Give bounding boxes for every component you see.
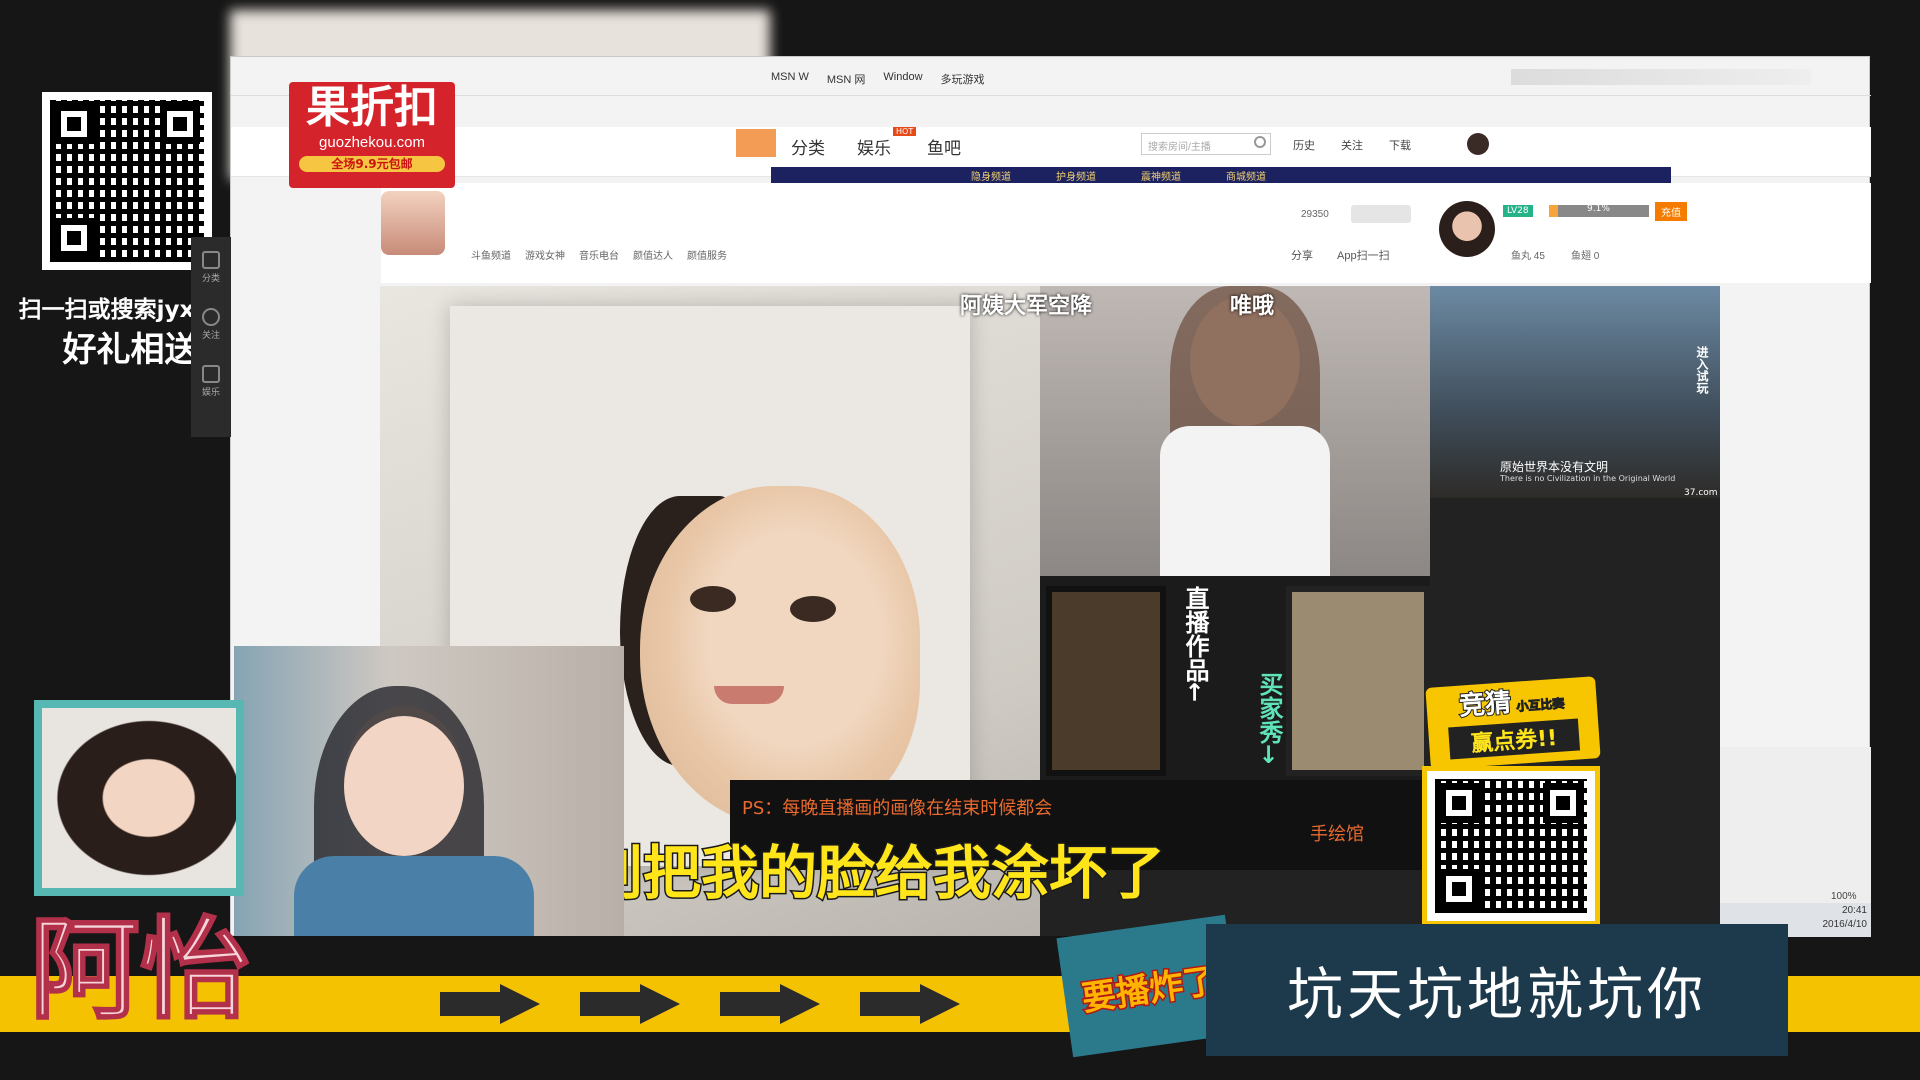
arrow-icon xyxy=(580,984,680,1024)
banner-tab[interactable]: 商城频道 xyxy=(1226,168,1266,183)
streamer-thumbnail xyxy=(381,191,445,255)
follow-count: 29350 xyxy=(1301,209,1329,220)
bookmark-item[interactable]: 多玩游戏 xyxy=(941,71,985,87)
sidebar-item-entertainment[interactable]: 娱乐 xyxy=(191,385,231,398)
clock-time: 20:41 xyxy=(1841,905,1867,916)
works-gallery: 直播作品← 买家秀→ xyxy=(1040,576,1430,786)
site-toolbar: 历史 关注 下载 xyxy=(1293,137,1411,153)
ad-caption: 原始世界本没有文明 xyxy=(1500,460,1609,474)
fish-wings: 鱼翅 0 xyxy=(1571,251,1600,262)
game-advertisement[interactable]: 原始世界本没有文明 There is no Civilization in th… xyxy=(1430,286,1720,498)
host-name: 阿怡 xyxy=(29,906,251,1034)
level-progress: 9.1% xyxy=(1549,204,1649,217)
history-link[interactable]: 历史 xyxy=(1293,137,1315,153)
ad-trial-button[interactable]: 进入试玩 xyxy=(1694,346,1711,394)
download-link[interactable]: 下载 xyxy=(1389,137,1411,153)
sidebar-item-follow[interactable]: 关注 xyxy=(191,328,231,341)
portrait-work-2 xyxy=(1286,586,1430,776)
ad-subcaption: There is no Civilization in the Original… xyxy=(1500,474,1676,483)
buyer-show-label: 买家秀→ xyxy=(1255,672,1283,765)
site-search-input[interactable]: 搜索房间/主播 xyxy=(1141,133,1271,155)
room-tags: 斗鱼频道 游戏女神 音乐电台 颜值达人 颜值服务 xyxy=(471,247,727,262)
works-label: 直播作品← xyxy=(1181,586,1209,703)
arrow-icon xyxy=(440,984,540,1024)
room-tag[interactable]: 颜值服务 xyxy=(687,247,727,262)
bookmark-item[interactable]: MSN 网 xyxy=(827,71,866,87)
nav-category[interactable]: 分类 xyxy=(791,134,825,159)
clock-date: 2016/4/10 xyxy=(1822,919,1868,930)
user-profile-avatar[interactable] xyxy=(1439,201,1495,257)
video-frame: 扫一扫或搜索jyx178 好礼相送 MSN W MSN 网 Window 多玩游… xyxy=(0,0,1920,1080)
sidebar-item-category[interactable]: 分类 xyxy=(191,271,231,284)
nav-entertainment[interactable]: 娱乐 xyxy=(857,134,891,159)
search-icon[interactable] xyxy=(1254,136,1266,148)
fish-balls: 鱼丸 45 xyxy=(1511,251,1545,262)
app-scan-link[interactable]: App扫一扫 xyxy=(1337,247,1390,263)
zoom-level[interactable]: 100% xyxy=(1831,891,1857,902)
banner-tab[interactable]: 隐身频道 xyxy=(971,168,1011,183)
arrow-icon xyxy=(720,984,820,1024)
recharge-button[interactable]: 充值 xyxy=(1655,202,1687,221)
follow-button[interactable] xyxy=(1351,205,1411,223)
promo-qr-code xyxy=(42,92,212,270)
level-badge: LV28 xyxy=(1503,205,1533,217)
banner-strip[interactable]: 隐身频道 护身频道 震神频道 商城频道 xyxy=(771,167,1671,183)
room-tag[interactable]: 颜值达人 xyxy=(633,247,673,262)
bookmark-item[interactable]: MSN W xyxy=(771,71,809,87)
guess-badge[interactable]: 竞猜 小互比赛 赢点券!! xyxy=(1425,676,1601,770)
layers-icon[interactable] xyxy=(202,251,220,269)
host-webcam xyxy=(234,646,624,936)
browser-extensions[interactable] xyxy=(1511,69,1811,85)
room-info xyxy=(381,183,1871,283)
user-avatar[interactable] xyxy=(1467,133,1489,155)
arrow-decoration xyxy=(440,984,960,1024)
gamepad-icon[interactable] xyxy=(202,365,220,383)
hot-badge: HOT xyxy=(893,127,917,136)
painted-face xyxy=(640,486,920,826)
room-tag[interactable]: 游戏女神 xyxy=(525,247,565,262)
arrow-icon xyxy=(860,984,960,1024)
bookmark-bar: MSN W MSN 网 Window 多玩游戏 xyxy=(771,71,985,87)
guess-qr-code xyxy=(1422,766,1600,926)
orange-tab[interactable] xyxy=(736,129,776,157)
streamer-webcam xyxy=(1040,286,1430,576)
stream-caption-1: 阿姨大军空降 xyxy=(960,294,1093,319)
banner-tab[interactable]: 震神频道 xyxy=(1141,168,1181,183)
banner-tab[interactable]: 护身频道 xyxy=(1056,168,1096,183)
site-sidebar: 分类 关注 娱乐 xyxy=(191,237,231,437)
heart-icon[interactable] xyxy=(202,308,220,326)
show-slogan: 坑天坑地就坑你 xyxy=(1206,924,1788,1056)
portrait-work-1 xyxy=(1046,586,1166,776)
ad-site: 37.com xyxy=(1684,488,1718,498)
bookmark-item[interactable]: Window xyxy=(883,71,922,87)
guozhekou-logo: 果折扣 guozhekou.com 全场9.9元包邮 xyxy=(289,82,455,188)
host-portrait-card xyxy=(34,700,244,896)
follow-link[interactable]: 关注 xyxy=(1341,137,1363,153)
stream-caption-2: 唯哦 xyxy=(1230,294,1275,319)
share-link[interactable]: 分享 xyxy=(1291,247,1313,263)
room-tag[interactable]: 斗鱼频道 xyxy=(471,247,511,262)
subtitle: 别把我的脸给我涂坏了 xyxy=(583,838,1166,909)
nav-fishbar[interactable]: 鱼吧 xyxy=(927,134,961,159)
room-tag[interactable]: 音乐电台 xyxy=(579,247,619,262)
